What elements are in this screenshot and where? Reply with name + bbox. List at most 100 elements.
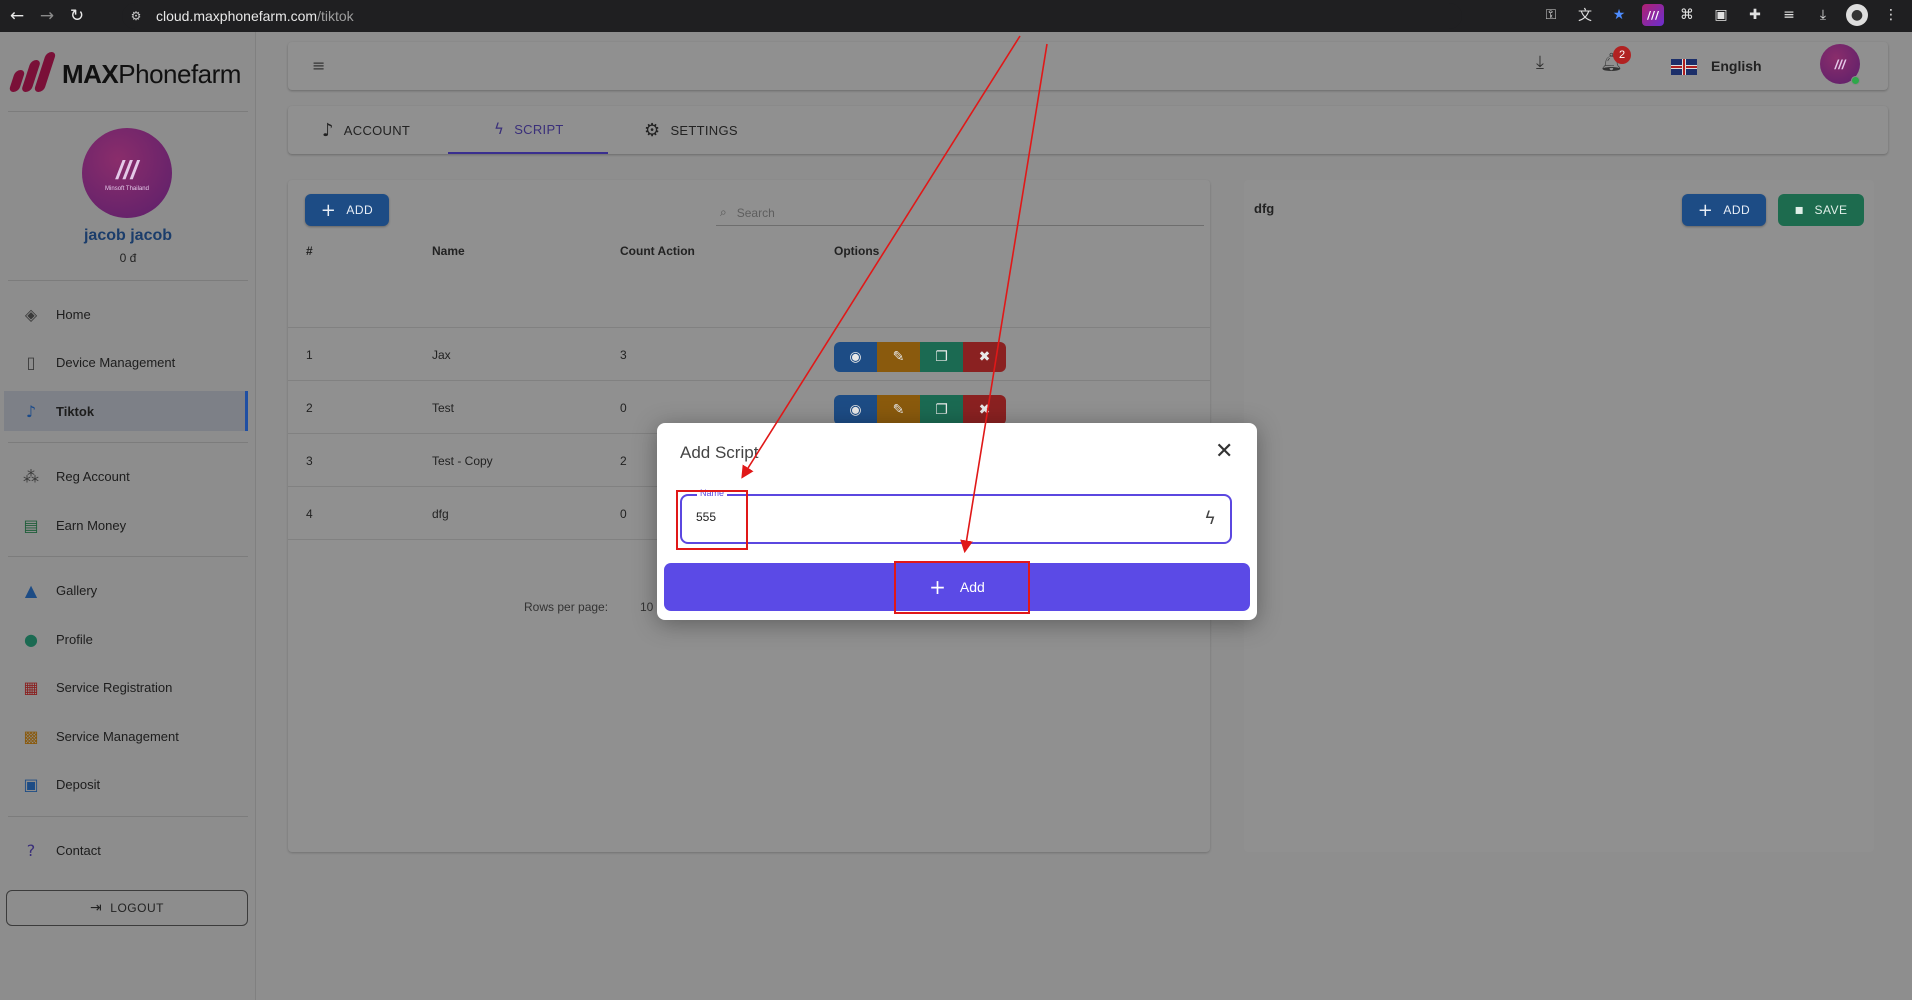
name-input[interactable] (696, 510, 1176, 524)
tab-bar: ♪ ACCOUNT ϟ SCRIPT ⚙ SETTINGS (288, 106, 1888, 154)
name-field[interactable]: Name ϟ (680, 488, 1232, 544)
sidebar-item-device-management[interactable]: ▯ Device Management (4, 342, 248, 382)
sidebar-item-label: Contact (56, 842, 101, 858)
view-eye-icon[interactable]: ◉ (834, 342, 877, 372)
hamburger-menu-icon[interactable]: ≡ (312, 56, 326, 75)
user-balance: 0 đ (119, 251, 137, 265)
copy-icon[interactable]: ❐ (920, 342, 963, 372)
menu-dots-icon[interactable]: ⋮ (1880, 4, 1902, 26)
code-extension-icon[interactable]: ⌘ (1676, 4, 1698, 26)
reading-list-icon[interactable]: ≡ (1778, 4, 1800, 26)
sidebar-item-profile[interactable]: ● Profile (4, 619, 248, 659)
tiktok-icon: ♪ (322, 119, 334, 141)
column-header-number: # (306, 244, 313, 258)
column-header-count-action: Count Action (620, 244, 695, 258)
add-script-button[interactable]: + ADD (305, 194, 389, 226)
forward-icon[interactable]: → (34, 3, 60, 29)
sidebar-item-service-management[interactable]: ▩ Service Management (4, 716, 248, 756)
logo-mark-icon (6, 52, 62, 96)
back-icon[interactable]: ← (4, 3, 30, 29)
layers-icon: ◈ (24, 304, 38, 324)
reload-icon[interactable]: ↻ (64, 3, 90, 29)
bookmark-star-icon[interactable]: ★ (1608, 4, 1630, 26)
save-button[interactable]: ▪ SAVE (1778, 194, 1864, 226)
profile-avatar-icon[interactable]: ● (1846, 4, 1868, 26)
logout-button[interactable]: ⇥ LOGOUT (6, 890, 248, 926)
wallet-icon: ▣ (23, 774, 39, 794)
download-icon[interactable]: ⤓ (1536, 52, 1544, 73)
sidebar-item-label: Device Management (56, 354, 176, 370)
view-eye-icon[interactable]: ◉ (834, 395, 877, 425)
person-icon: ● (24, 629, 38, 649)
close-icon[interactable]: ✕ (1215, 441, 1233, 463)
add-label: ADD (1723, 203, 1751, 217)
search-input[interactable] (736, 205, 1137, 220)
rows-per-page-select[interactable]: 10 (640, 600, 653, 614)
sidebar-item-deposit[interactable]: ▣ Deposit (4, 764, 248, 804)
browser-toolbar: ← → ↻ ⚙ cloud.maxphonefarm.com/tiktok ⚿ … (0, 0, 1912, 32)
url-text: cloud.maxphonefarm.com/tiktok (156, 8, 354, 24)
delete-trash-icon[interactable]: ✖ (963, 342, 1006, 372)
maxphonefarm-extension-icon[interactable]: /// (1642, 4, 1664, 26)
row-options: ◉ ✎ ❐ ✖ (834, 342, 1006, 372)
sidebar-item-tiktok[interactable]: ♪ Tiktok (4, 391, 248, 431)
top-header: ≡ ⤓ 🔔︎ 2 English /// (288, 42, 1888, 90)
online-status-dot (1851, 76, 1860, 85)
manage-icon: ▩ (23, 726, 39, 746)
tab-script[interactable]: ϟ SCRIPT (448, 106, 608, 154)
language-selector[interactable]: English (1711, 58, 1762, 74)
puzzle-icon[interactable]: ✚ (1744, 4, 1766, 26)
divider (8, 556, 248, 557)
sidebar-item-label: Gallery (56, 582, 98, 598)
add-action-button[interactable]: + ADD (1682, 194, 1766, 226)
tab-label: SCRIPT (514, 121, 564, 137)
tab-account[interactable]: ♪ ACCOUNT (322, 106, 410, 154)
device-icon: ▯ (26, 352, 36, 372)
site-info-icon[interactable]: ⚙ (128, 8, 144, 24)
dialog-title: Add Script (680, 443, 759, 462)
uk-flag-icon[interactable] (1671, 59, 1697, 75)
plus-icon: + (320, 199, 337, 221)
script-title: dfg (1254, 201, 1275, 216)
user-avatar[interactable]: /// Minsoft Thailand (82, 128, 172, 218)
column-header-options: Options (834, 244, 880, 258)
sidebar-item-service-registration[interactable]: ▦ Service Registration (4, 667, 248, 707)
row-name: Jax (432, 348, 451, 362)
table-row[interactable]: 1 Jax 3 ◉ ✎ ❐ ✖ (288, 327, 1210, 380)
chat-extension-icon[interactable]: ▣ (1710, 4, 1732, 26)
sidebar-item-label: Service Registration (56, 679, 173, 695)
rows-per-page-label: Rows per page: (524, 600, 609, 614)
translate-icon[interactable]: 文 (1574, 4, 1596, 26)
logout-icon: ⇥ (90, 900, 103, 916)
sidebar-item-reg-account[interactable]: ⁂ Reg Account (4, 456, 248, 496)
sidebar-item-label: Deposit (56, 776, 101, 792)
money-icon: ▤ (23, 515, 39, 535)
brand-logo[interactable]: MAXPhonefarm (6, 52, 241, 96)
key-icon[interactable]: ⚿ (1540, 4, 1562, 26)
edit-pencil-icon[interactable]: ✎ (877, 395, 920, 425)
search-field[interactable]: ⌕ (716, 200, 1204, 226)
copy-icon[interactable]: ❐ (920, 395, 963, 425)
logout-label: LOGOUT (110, 901, 164, 915)
divider (8, 442, 248, 443)
sidebar-item-home[interactable]: ◈ Home (4, 294, 248, 334)
sidebar-item-gallery[interactable]: ▲ Gallery (4, 570, 248, 610)
lightning-icon: ϟ (1204, 508, 1216, 529)
tiktok-icon: ♪ (25, 401, 37, 421)
row-name: Test (432, 401, 455, 415)
delete-trash-icon[interactable]: ✖ (963, 395, 1006, 425)
tab-label: ACCOUNT (343, 122, 411, 138)
sidebar-item-contact[interactable]: ? Contact (4, 830, 248, 870)
edit-pencil-icon[interactable]: ✎ (877, 342, 920, 372)
sidebar-item-label: Tiktok (56, 403, 95, 419)
divider (8, 111, 248, 112)
annotation-box-add-button (894, 561, 1030, 614)
save-disk-icon: ▪ (1794, 202, 1805, 218)
image-icon: ▲ (24, 580, 38, 600)
download-icon[interactable]: ⤓ (1812, 4, 1834, 26)
sidebar-item-earn-money[interactable]: ▤ Earn Money (4, 505, 248, 545)
save-label: SAVE (1814, 203, 1848, 217)
address-bar[interactable]: ⚙ cloud.maxphonefarm.com/tiktok (122, 3, 1462, 29)
tab-label: SETTINGS (670, 122, 738, 138)
tab-settings[interactable]: ⚙ SETTINGS (644, 106, 738, 154)
